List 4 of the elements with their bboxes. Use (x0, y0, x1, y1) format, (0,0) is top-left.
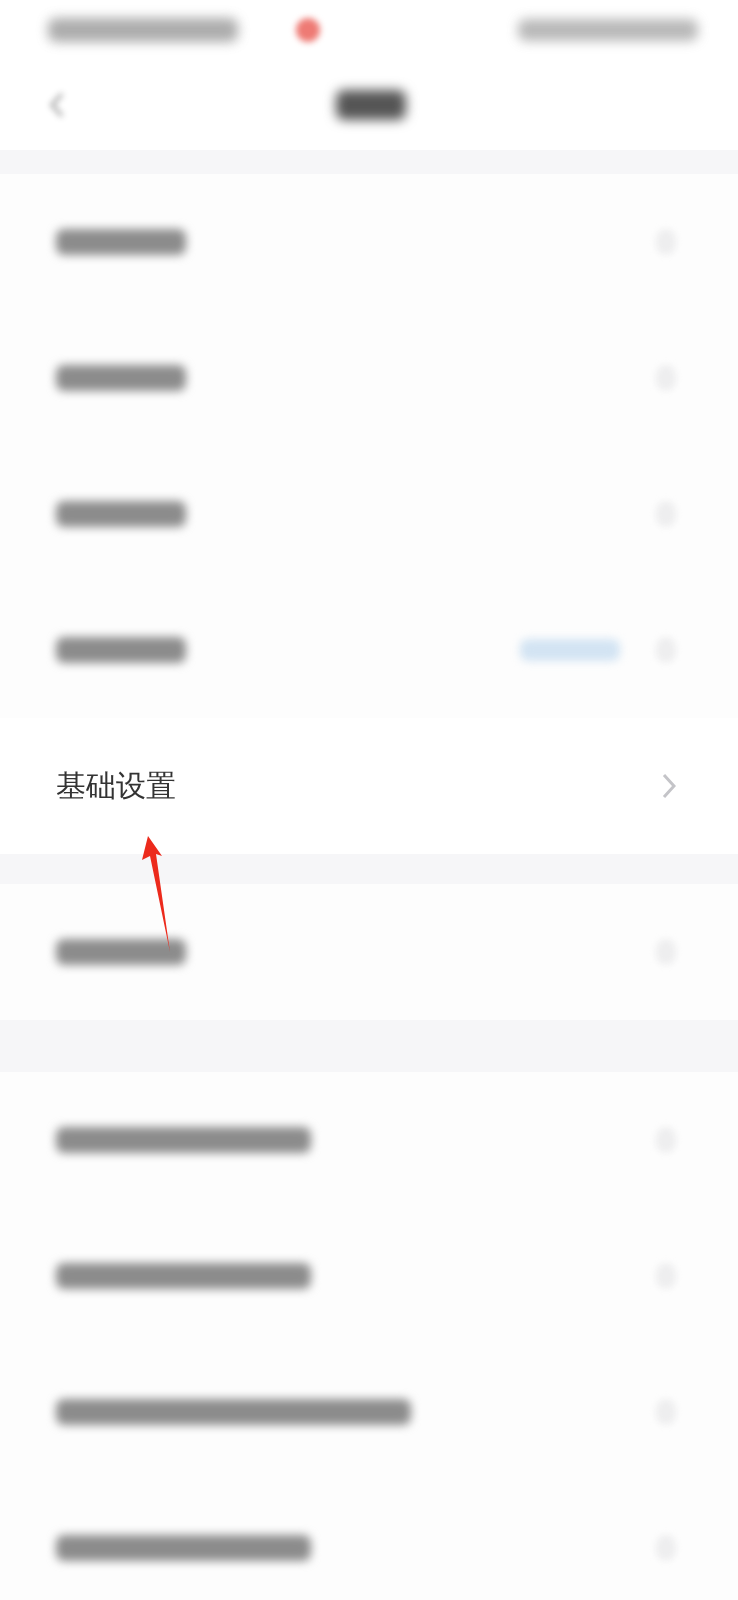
blurred-title (336, 90, 406, 120)
chevron-icon (662, 773, 676, 799)
status-dot-icon (296, 18, 320, 42)
back-icon[interactable] (50, 92, 64, 118)
